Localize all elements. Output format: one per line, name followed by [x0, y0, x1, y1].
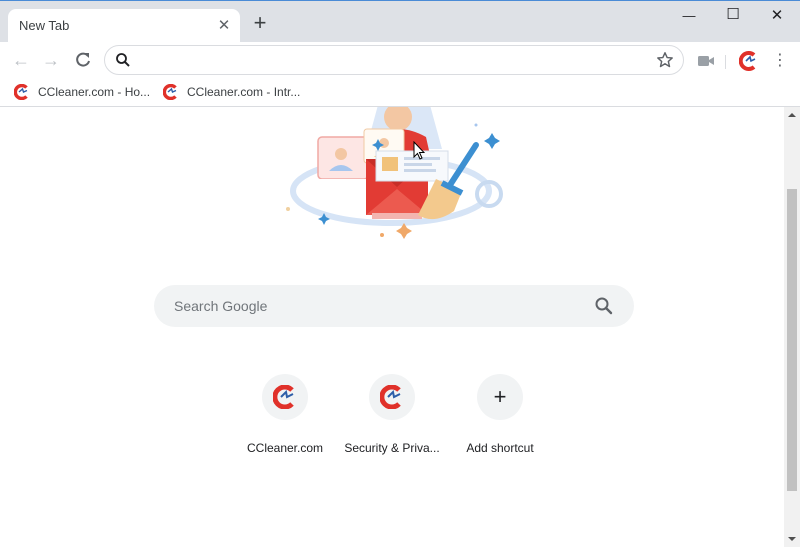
close-window-button[interactable]: ✕	[762, 5, 792, 27]
shortcut-tile[interactable]: CCleaner.com	[229, 372, 341, 462]
bookmark-label: CCleaner.com - Ho...	[38, 85, 151, 99]
ccleaner-icon	[380, 385, 401, 409]
address-input[interactable]	[137, 50, 647, 70]
search-icon[interactable]	[594, 296, 614, 316]
reload-icon[interactable]	[72, 49, 94, 71]
bookmark-star-icon[interactable]	[656, 51, 674, 69]
bookmarks-bar: CCleaner.com - Ho... CCleaner.com - Intr…	[0, 78, 800, 107]
scroll-down-arrow-icon[interactable]	[788, 535, 796, 543]
tab-close-icon[interactable]: ✕	[216, 18, 232, 34]
google-search-box[interactable]: Search Google	[154, 285, 634, 327]
ccleaner-icon	[273, 385, 294, 409]
shortcut-icon-circle	[369, 374, 415, 420]
bookmark-label: CCleaner.com - Intr...	[187, 85, 301, 99]
toolbar-divider	[725, 55, 726, 69]
new-tab-page: Search Google CCleaner.com Security & Pr…	[0, 107, 784, 547]
tab-title: New Tab	[19, 18, 70, 33]
scrollbar-thumb[interactable]	[787, 189, 797, 491]
search-placeholder: Search Google	[174, 298, 268, 314]
back-arrow-icon[interactable]: ←	[10, 49, 32, 71]
minimize-button[interactable]: —	[674, 5, 704, 27]
forward-arrow-icon[interactable]: →	[40, 49, 62, 71]
plus-icon: +	[493, 384, 507, 409]
add-shortcut-tile[interactable]: + Add shortcut	[444, 372, 556, 462]
tab-strip: New Tab ✕ + — ☐ ✕	[0, 0, 800, 43]
shortcut-tile[interactable]: Security & Priva...	[336, 372, 448, 462]
tab-new-tab[interactable]: New Tab ✕	[8, 9, 240, 43]
video-camera-icon[interactable]	[696, 51, 716, 71]
bookmark-item[interactable]: CCleaner.com - Intr...	[163, 81, 300, 103]
shortcut-label: Add shortcut	[466, 441, 534, 455]
shortcut-icon-circle: +	[477, 374, 523, 420]
bookmark-item[interactable]: CCleaner.com - Ho...	[14, 81, 150, 103]
new-tab-plus-icon[interactable]: +	[250, 12, 270, 34]
vertical-scrollbar[interactable]	[784, 107, 800, 547]
maximize-button[interactable]: ☐	[718, 5, 748, 27]
doodle-illustration[interactable]	[266, 107, 506, 249]
scroll-up-arrow-icon[interactable]	[788, 111, 796, 119]
shortcut-icon-circle	[262, 374, 308, 420]
toolbar: ← → ⋮	[0, 42, 800, 78]
shortcut-label: CCleaner.com	[246, 441, 324, 455]
menu-dots-icon[interactable]: ⋮	[770, 51, 790, 71]
mouse-cursor-icon	[413, 141, 425, 160]
address-bar[interactable]	[104, 45, 684, 75]
ccleaner-icon	[163, 84, 177, 100]
ccleaner-icon	[14, 84, 28, 100]
ccleaner-extension-icon[interactable]	[739, 51, 759, 71]
search-icon	[116, 53, 130, 67]
shortcut-label: Security & Priva...	[344, 441, 440, 455]
